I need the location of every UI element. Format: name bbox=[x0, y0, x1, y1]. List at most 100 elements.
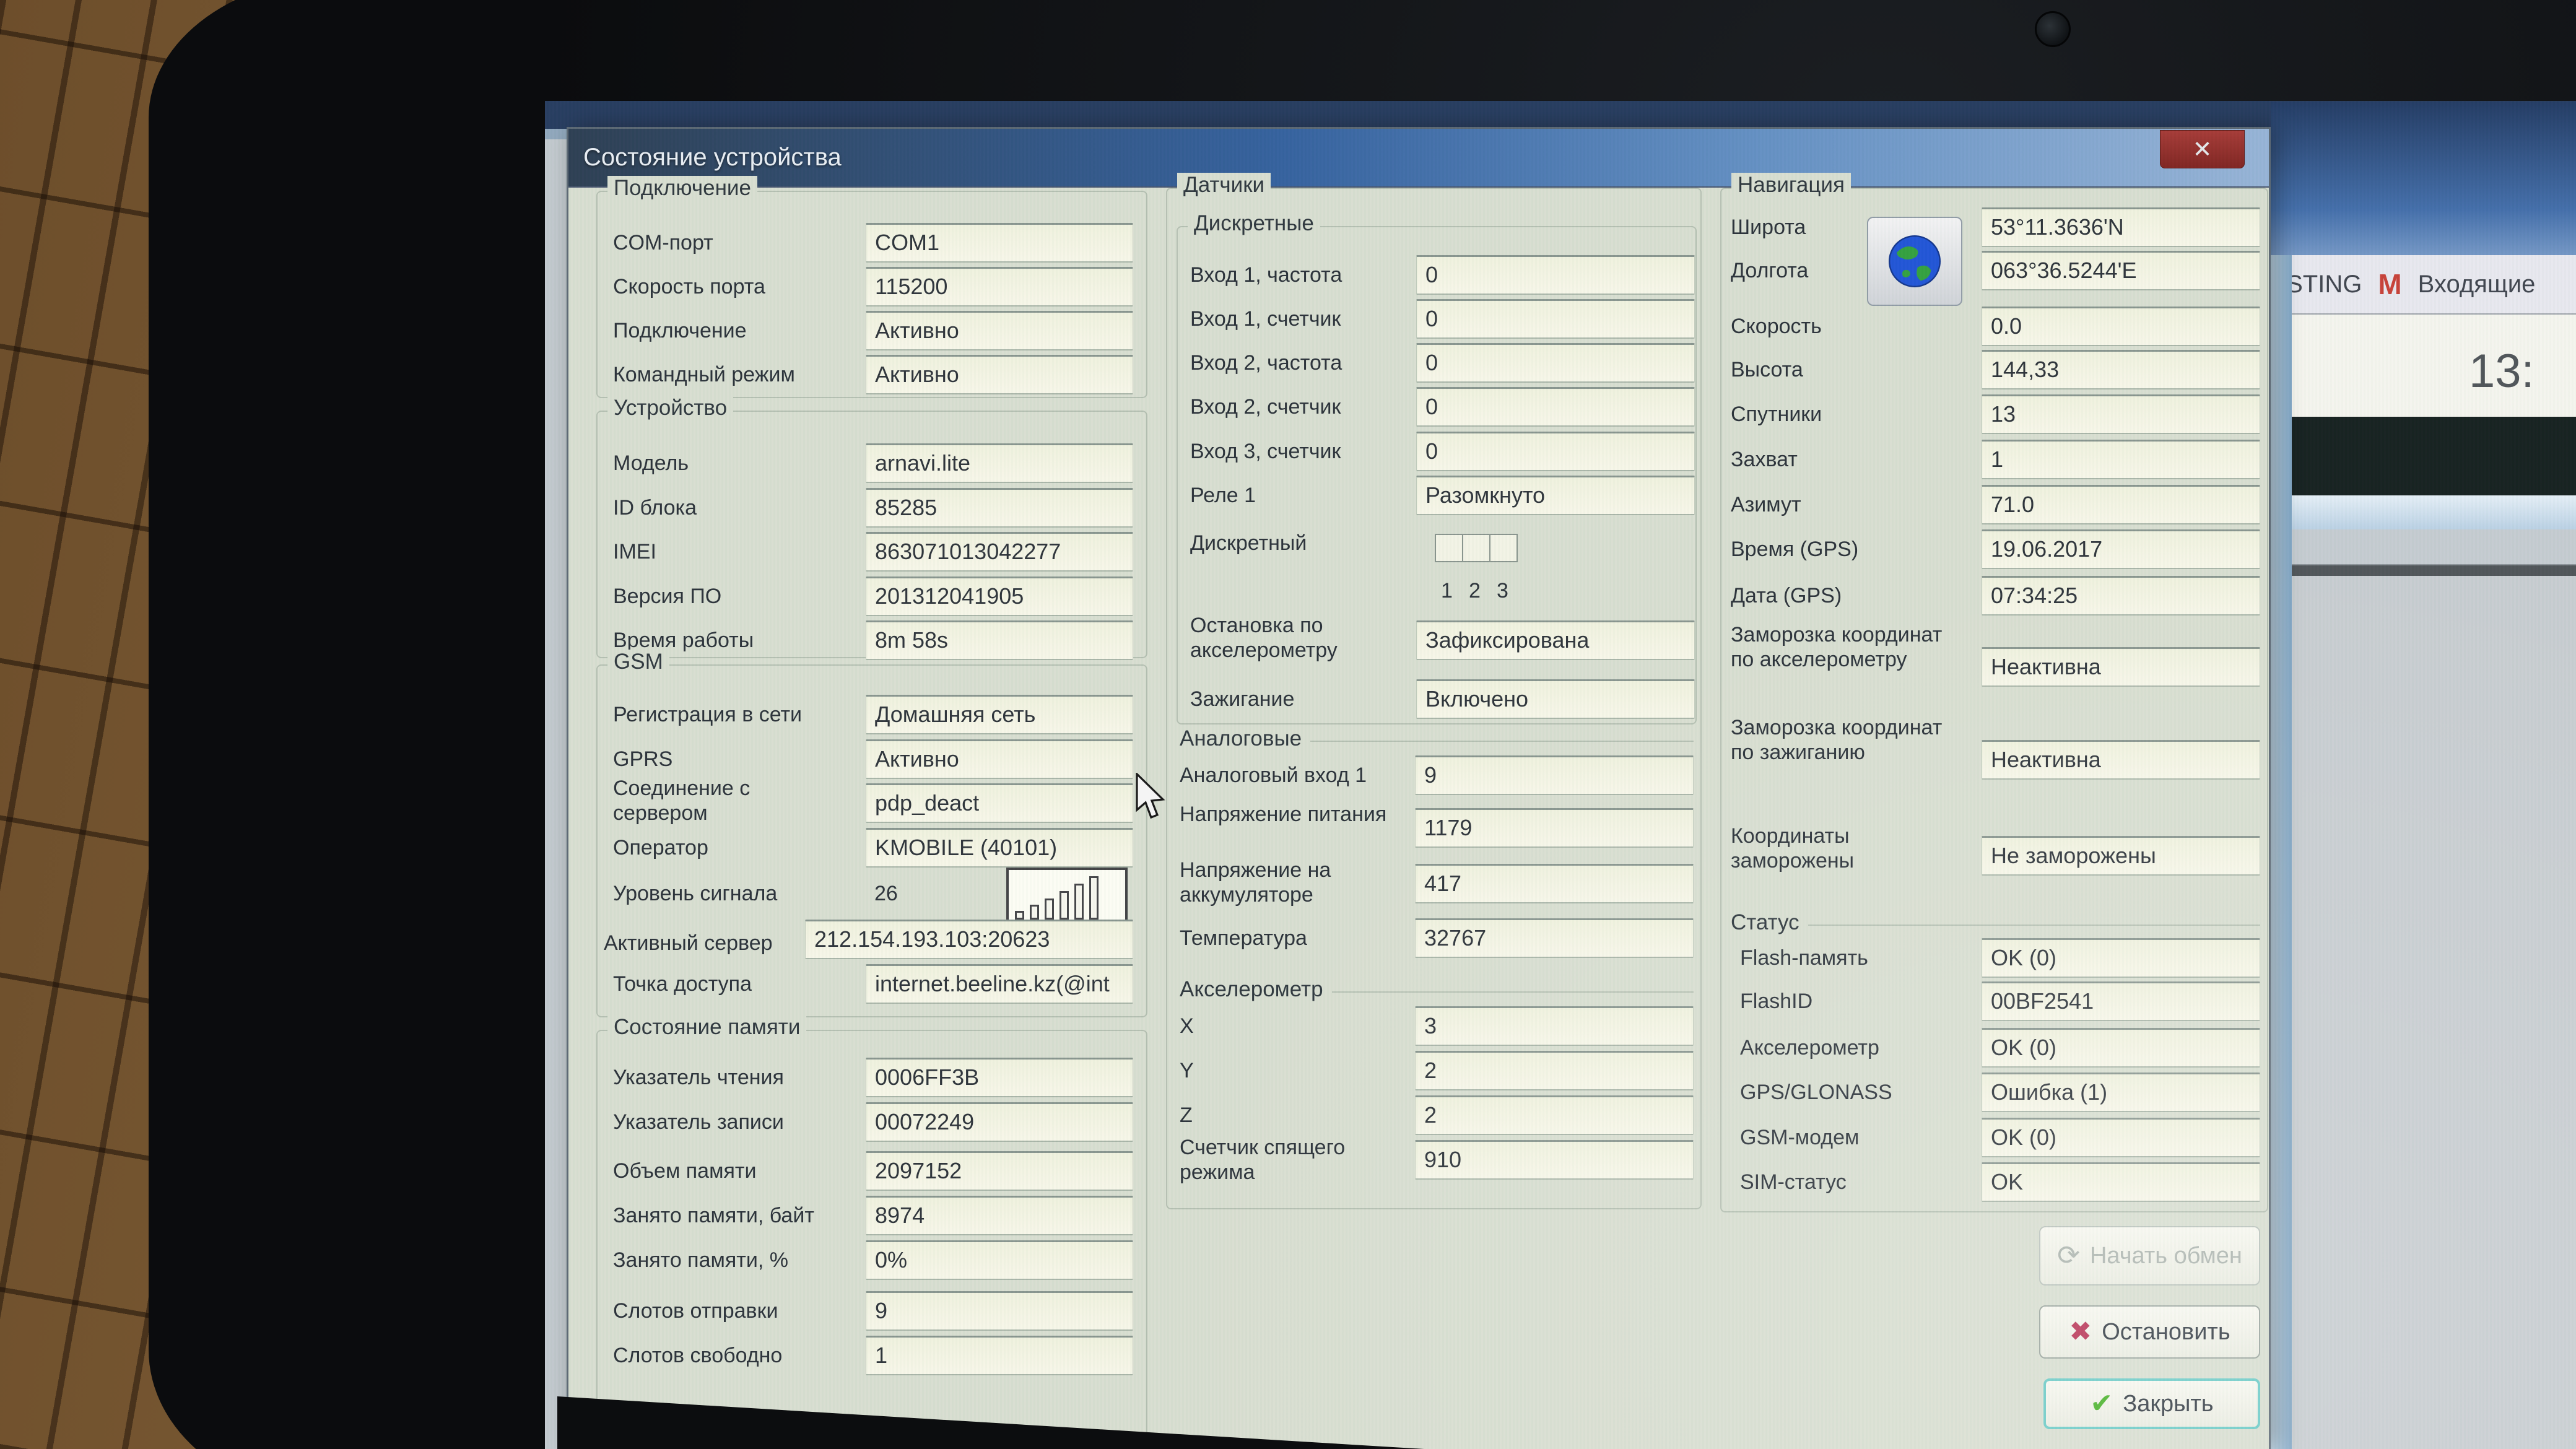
group-navigation: Навигация Широта 53°11.3636'N Долгота 06… bbox=[1720, 173, 2268, 1212]
longitude-field[interactable]: 063°36.5244'E bbox=[1982, 251, 2260, 290]
close-button[interactable]: ✔ Закрыть bbox=[2043, 1378, 2260, 1429]
temperature-field[interactable]: 32767 bbox=[1415, 918, 1694, 958]
device-status-dialog: Состояние устройства ✕ Подключение COM-п… bbox=[567, 127, 2271, 1449]
network-reg-field[interactable]: Домашняя сеть bbox=[866, 695, 1133, 734]
field-label: Зажигание bbox=[1190, 687, 1295, 711]
analog-in1-field[interactable]: 9 bbox=[1415, 755, 1694, 795]
field-label: Flash-память bbox=[1740, 946, 1868, 970]
flash-status-field[interactable]: OK (0) bbox=[1982, 938, 2260, 978]
accel-status-field[interactable]: OK (0) bbox=[1982, 1028, 2260, 1068]
section-status-title: Статус bbox=[1731, 910, 1799, 934]
model-field[interactable]: arnavi.lite bbox=[866, 443, 1133, 483]
speed-field[interactable]: 0.0 bbox=[1982, 307, 2260, 346]
in1-freq-field[interactable]: 0 bbox=[1416, 255, 1695, 295]
in2-freq-field[interactable]: 0 bbox=[1416, 343, 1695, 383]
close-label: Закрыть bbox=[2123, 1390, 2214, 1417]
freeze-ignition-field[interactable]: Неактивна bbox=[1982, 740, 2260, 780]
field-label: Командный режим bbox=[613, 363, 795, 386]
discrete-checkbox-1[interactable] bbox=[1435, 534, 1463, 562]
read-pointer-field[interactable]: 0006FF3B bbox=[866, 1058, 1133, 1097]
field-label: Указатель чтения bbox=[613, 1066, 784, 1089]
discrete-checkbox-2[interactable] bbox=[1462, 534, 1490, 562]
uptime-field[interactable]: 8m 58s bbox=[866, 620, 1133, 660]
discrete-checkbox-3[interactable] bbox=[1489, 534, 1518, 562]
section-accel: Акселерометр bbox=[1180, 977, 1694, 1002]
operator-field[interactable]: KMOBILE (40101) bbox=[866, 828, 1133, 868]
coords-frozen-field[interactable]: Не заморожены bbox=[1982, 836, 2260, 876]
free-slots-field[interactable]: 1 bbox=[866, 1336, 1133, 1375]
group-discrete-title: Дискретные bbox=[1188, 211, 1320, 236]
field-label: Дата (GPS) bbox=[1731, 584, 1842, 607]
gps-glonass-status-field[interactable]: Ошибка (1) bbox=[1982, 1073, 2260, 1112]
imei-field[interactable]: 863071013042277 bbox=[866, 532, 1133, 572]
active-server-field[interactable]: 212.154.193.103:20623 bbox=[805, 920, 1133, 959]
signal-bars-icon bbox=[1006, 868, 1128, 926]
field-label: Вход 1, частота bbox=[1190, 263, 1342, 287]
supply-voltage-field[interactable]: 1179 bbox=[1415, 808, 1694, 848]
gps-time-field[interactable]: 19.06.2017 bbox=[1982, 529, 2260, 569]
in3-count-field[interactable]: 0 bbox=[1416, 432, 1695, 471]
connection-state-field[interactable]: Активно bbox=[866, 311, 1133, 350]
send-slots-field[interactable]: 9 bbox=[866, 1291, 1133, 1331]
field-label: Заморозка координат по акселерометру bbox=[1731, 623, 1943, 671]
field-label: Скорость bbox=[1731, 315, 1822, 338]
firmware-field[interactable]: 201312041905 bbox=[866, 577, 1133, 616]
start-exchange-label: Начать обмен bbox=[2089, 1242, 2242, 1269]
write-pointer-field[interactable]: 00072249 bbox=[866, 1102, 1133, 1142]
command-mode-field[interactable]: Активно bbox=[866, 355, 1133, 394]
satellites-field[interactable]: 13 bbox=[1982, 394, 2260, 434]
memory-used-bytes-field[interactable]: 8974 bbox=[866, 1196, 1133, 1235]
close-icon[interactable]: ✕ bbox=[2160, 130, 2245, 168]
memory-used-percent-field[interactable]: 0% bbox=[866, 1240, 1133, 1280]
sleep-counter-field[interactable]: 910 bbox=[1415, 1140, 1694, 1180]
gmail-icon: M bbox=[2378, 268, 2402, 300]
field-label: Соединение с сервером bbox=[613, 777, 751, 825]
globe-button[interactable] bbox=[1867, 217, 1962, 306]
check-icon: ✔ bbox=[2090, 1388, 2113, 1419]
accel-z-field[interactable]: 2 bbox=[1415, 1095, 1694, 1135]
field-label: Регистрация в сети bbox=[613, 703, 803, 726]
field-label: Вход 2, счетчик bbox=[1190, 395, 1341, 419]
freeze-accel-field[interactable]: Неактивна bbox=[1982, 647, 2260, 687]
gprs-field[interactable]: Активно bbox=[866, 739, 1133, 779]
field-label: Вход 1, счетчик bbox=[1190, 307, 1341, 331]
field-label: Указатель записи bbox=[613, 1110, 784, 1134]
webcam bbox=[2035, 11, 2071, 47]
sim-status-field[interactable]: OK bbox=[1982, 1162, 2260, 1202]
azimuth-field[interactable]: 71.0 bbox=[1982, 485, 2260, 524]
field-label: ID блока bbox=[613, 496, 697, 520]
port-speed-field[interactable]: 115200 bbox=[866, 267, 1133, 307]
accel-stop-field[interactable]: Зафиксирована bbox=[1416, 620, 1695, 660]
in2-count-field[interactable]: 0 bbox=[1416, 387, 1695, 427]
field-label: Координаты заморожены bbox=[1731, 824, 1855, 872]
battery-voltage-field[interactable]: 417 bbox=[1415, 864, 1694, 903]
gps-date-field[interactable]: 07:34:25 bbox=[1982, 576, 2260, 616]
field-label: Напряжение питания bbox=[1180, 803, 1387, 826]
dialog-titlebar[interactable]: Состояние устройства bbox=[568, 129, 2269, 188]
accel-x-field[interactable]: 3 bbox=[1415, 1006, 1694, 1046]
latitude-field[interactable]: 53°11.3636'N bbox=[1982, 207, 2260, 247]
apn-field[interactable]: internet.beeline.kz(@int bbox=[866, 964, 1133, 1004]
field-label: Реле 1 bbox=[1190, 484, 1256, 507]
field-label: FlashID bbox=[1740, 990, 1813, 1013]
com-port-field[interactable]: COM1 bbox=[866, 223, 1133, 263]
accel-y-field[interactable]: 2 bbox=[1415, 1051, 1694, 1090]
stop-button[interactable]: ✖ Остановить bbox=[2039, 1305, 2260, 1359]
flash-id-field[interactable]: 00BF2541 bbox=[1982, 981, 2260, 1021]
in1-count-field[interactable]: 0 bbox=[1416, 299, 1695, 339]
field-label: Модель bbox=[613, 451, 689, 475]
field-label: Точка доступа bbox=[613, 972, 752, 996]
relay1-field[interactable]: Разомкнуто bbox=[1416, 476, 1695, 515]
gmail-tab-label[interactable]: Входящие bbox=[2418, 271, 2536, 298]
server-conn-field[interactable]: pdp_deact bbox=[866, 783, 1133, 823]
background-browser-tabstrip: OSTING M Входящие bbox=[2271, 255, 2576, 315]
ignition-field[interactable]: Включено bbox=[1416, 679, 1695, 719]
fix-field[interactable]: 1 bbox=[1982, 440, 2260, 479]
unit-id-field[interactable]: 85285 bbox=[866, 488, 1133, 528]
gsm-modem-status-field[interactable]: OK (0) bbox=[1982, 1118, 2260, 1157]
memory-size-field[interactable]: 2097152 bbox=[866, 1151, 1133, 1191]
group-sensors-title: Датчики bbox=[1177, 173, 1271, 198]
background-scrollbar[interactable] bbox=[2271, 255, 2292, 1449]
field-label: Вход 3, счетчик bbox=[1190, 440, 1341, 463]
altitude-field[interactable]: 144,33 bbox=[1982, 350, 2260, 389]
